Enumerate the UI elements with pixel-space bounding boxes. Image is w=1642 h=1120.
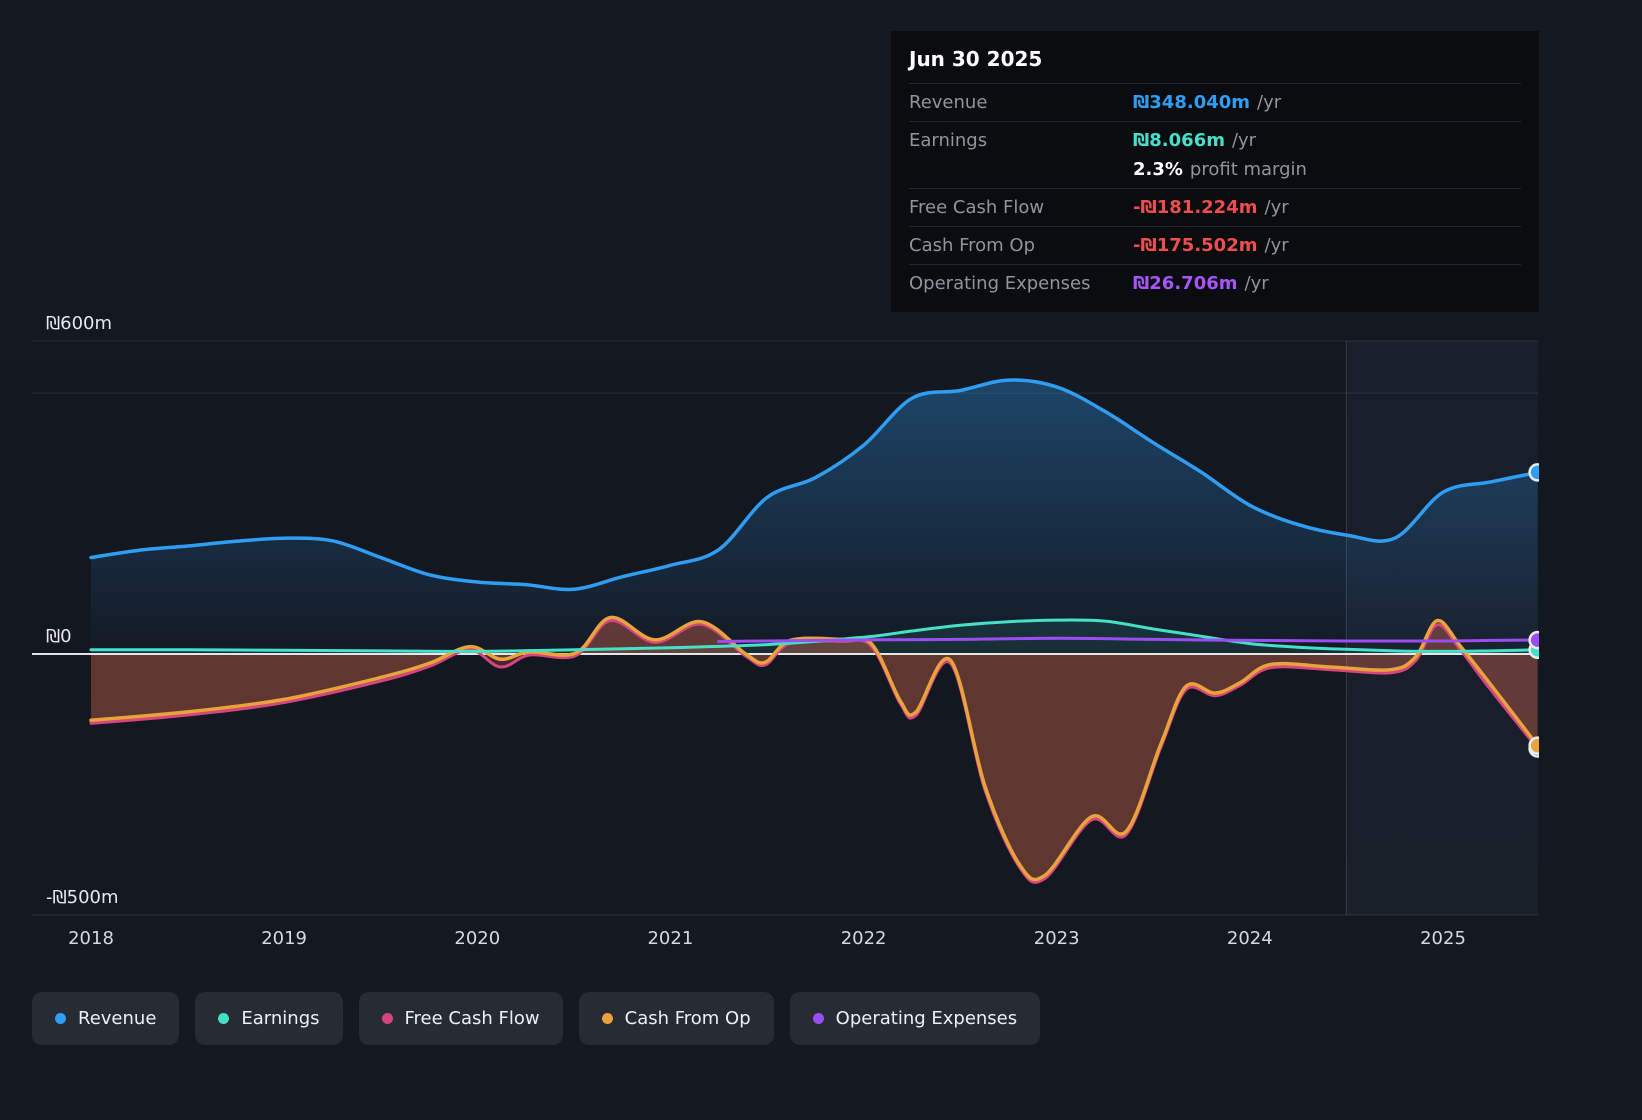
tooltip-row-earnings: Earnings ₪8.066m/yr xyxy=(909,121,1521,159)
x-axis-label: 2019 xyxy=(261,928,307,949)
legend-label-revenue: Revenue xyxy=(78,1008,156,1029)
tooltip-suffix-free-cash-flow: /yr xyxy=(1265,197,1289,218)
legend-label-earnings: Earnings xyxy=(241,1008,319,1029)
legend-label-cash-from-op: Cash From Op xyxy=(625,1008,751,1029)
legend-item-operating-expenses[interactable]: Operating Expenses xyxy=(790,992,1040,1045)
legend-item-revenue[interactable]: Revenue xyxy=(32,992,179,1045)
x-axis-label: 2020 xyxy=(454,928,500,949)
free-cash-flow-series-dot-icon xyxy=(382,1013,393,1024)
tooltip-valuecell-profit-margin: 2.3% profit margin xyxy=(1133,159,1521,180)
x-axis-label: 2022 xyxy=(841,928,887,949)
tooltip-value-free-cash-flow: -₪181.224m xyxy=(1133,197,1258,218)
tooltip-valuecell-free-cash-flow: -₪181.224m/yr xyxy=(1133,197,1521,218)
x-axis-label: 2021 xyxy=(647,928,693,949)
tooltip-row-profit-margin: 2.3% profit margin xyxy=(909,159,1521,188)
tooltip-suffix-earnings: /yr xyxy=(1232,130,1256,151)
y-axis-label: ₪0 xyxy=(46,626,72,647)
tooltip-row-free-cash-flow: Free Cash Flow -₪181.224m/yr xyxy=(909,188,1521,226)
legend-label-free-cash-flow: Free Cash Flow xyxy=(405,1008,540,1029)
legend-item-earnings[interactable]: Earnings xyxy=(195,992,342,1045)
tooltip-row-revenue: Revenue ₪348.040m/yr xyxy=(909,83,1521,121)
tooltip-value-revenue: ₪348.040m xyxy=(1133,92,1250,113)
end-dot-operating-expenses xyxy=(1530,632,1546,648)
area-cash-from-op xyxy=(91,617,1538,879)
tooltip-value-profit-margin: 2.3% xyxy=(1133,159,1183,180)
tooltip-suffix-profit-margin: profit margin xyxy=(1190,159,1307,180)
area-revenue xyxy=(91,380,1538,654)
legend-label-operating-expenses: Operating Expenses xyxy=(836,1008,1017,1029)
tooltip-suffix-cash-from-op: /yr xyxy=(1265,235,1289,256)
end-dot-revenue xyxy=(1530,464,1546,480)
tooltip-suffix-operating-expenses: /yr xyxy=(1245,273,1269,294)
tooltip-label-free-cash-flow: Free Cash Flow xyxy=(909,197,1133,218)
tooltip-value-operating-expenses: ₪26.706m xyxy=(1133,273,1238,294)
tooltip-valuecell-cash-from-op: -₪175.502m/yr xyxy=(1133,235,1521,256)
cash-from-op-series-dot-icon xyxy=(602,1013,613,1024)
y-axis-label: ₪600m xyxy=(46,313,112,334)
x-axis-label: 2024 xyxy=(1227,928,1273,949)
y-axis-label: -₪500m xyxy=(46,887,119,908)
plot-area xyxy=(32,341,1546,915)
earnings-series-dot-icon xyxy=(218,1013,229,1024)
chart-legend: Revenue Earnings Free Cash Flow Cash Fro… xyxy=(32,992,1040,1045)
end-dot-cash-from-op xyxy=(1530,738,1546,754)
chart-page: ₪600m ₪0 -₪500m 2018 2019 2020 2021 2022 2023 202… xyxy=(0,0,1642,1120)
revenue-series-dot-icon xyxy=(55,1013,66,1024)
tooltip-value-earnings: ₪8.066m xyxy=(1133,130,1225,151)
tooltip-valuecell-revenue: ₪348.040m/yr xyxy=(1133,92,1521,113)
tooltip-label-revenue: Revenue xyxy=(909,92,1133,113)
chart-tooltip: Jun 30 2025 Revenue ₪348.040m/yr Earning… xyxy=(890,30,1540,313)
x-axis-label: 2018 xyxy=(68,928,114,949)
tooltip-valuecell-earnings: ₪8.066m/yr xyxy=(1133,130,1521,151)
tooltip-label-earnings: Earnings xyxy=(909,130,1133,151)
tooltip-label-operating-expenses: Operating Expenses xyxy=(909,273,1133,294)
tooltip-suffix-revenue: /yr xyxy=(1257,92,1281,113)
operating-expenses-series-dot-icon xyxy=(813,1013,824,1024)
tooltip-label-cash-from-op: Cash From Op xyxy=(909,235,1133,256)
tooltip-row-cash-from-op: Cash From Op -₪175.502m/yr xyxy=(909,226,1521,264)
tooltip-date: Jun 30 2025 xyxy=(909,45,1521,83)
x-axis-label: 2023 xyxy=(1034,928,1080,949)
legend-item-cash-from-op[interactable]: Cash From Op xyxy=(579,992,774,1045)
tooltip-row-operating-expenses: Operating Expenses ₪26.706m/yr xyxy=(909,264,1521,302)
tooltip-value-cash-from-op: -₪175.502m xyxy=(1133,235,1258,256)
x-axis-label: 2025 xyxy=(1420,928,1466,949)
legend-item-free-cash-flow[interactable]: Free Cash Flow xyxy=(359,992,563,1045)
tooltip-valuecell-operating-expenses: ₪26.706m/yr xyxy=(1133,273,1521,294)
